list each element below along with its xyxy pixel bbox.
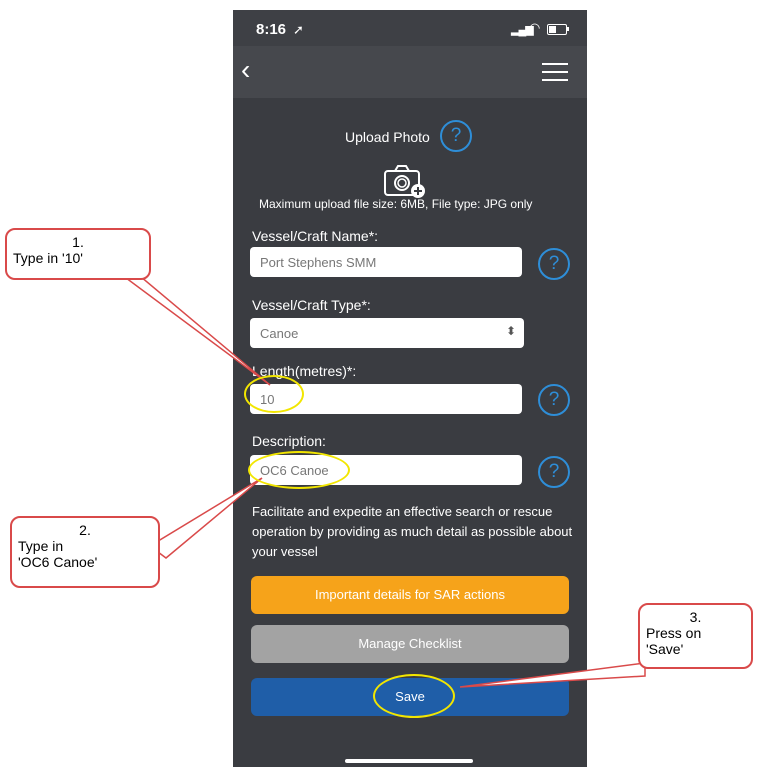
callout-3-text: Press on 'Save' bbox=[646, 625, 702, 657]
length-highlight bbox=[244, 375, 304, 413]
callout-2-number: 2. bbox=[79, 522, 91, 538]
callout-2: 2. Type in 'OC6 Canoe' bbox=[10, 516, 160, 588]
callout-2-text: Type in 'OC6 Canoe' bbox=[18, 538, 98, 570]
save-highlight bbox=[373, 674, 455, 718]
callout-3-number: 3. bbox=[689, 609, 702, 625]
callout-2-pointer bbox=[148, 477, 263, 559]
callout-1-number: 1. bbox=[72, 234, 84, 250]
callout-1: 1. Type in '10' bbox=[5, 228, 151, 280]
callout-3: 3. Press on 'Save' bbox=[638, 603, 753, 669]
description-highlight bbox=[248, 451, 350, 489]
callout-1-pointer bbox=[107, 265, 271, 386]
callout-3-pointer bbox=[459, 662, 646, 688]
callout-1-text: Type in '10' bbox=[13, 250, 83, 266]
